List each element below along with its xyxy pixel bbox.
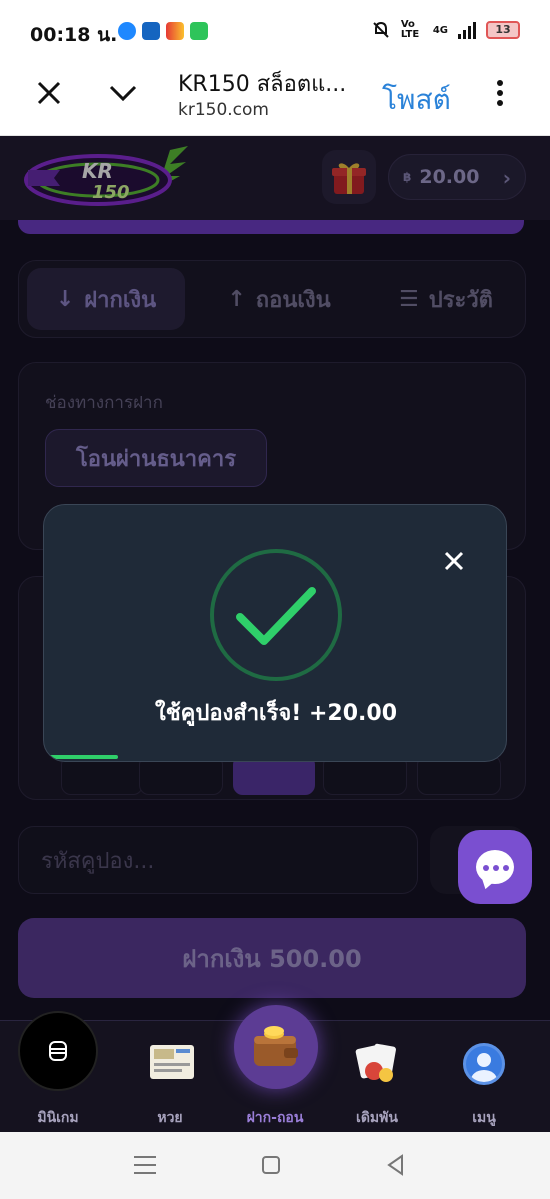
coupon-success-modal: ใช้คูปองสำเร็จ! +20.00 xyxy=(43,504,507,762)
system-navigation-bar xyxy=(0,1132,550,1199)
wallet-button[interactable] xyxy=(234,1005,318,1089)
volte-label: Vo LTE xyxy=(400,19,420,40)
bottom-navigation: มินิเกม หวย ฝาก-ถอน เดิมพัน เมนู xyxy=(0,1005,550,1132)
auto-close-progress xyxy=(44,755,506,761)
close-icon[interactable] xyxy=(442,549,466,573)
close-icon[interactable] xyxy=(36,80,62,106)
progress-fill xyxy=(44,755,119,759)
nav-betting-label[interactable]: เดิมพัน xyxy=(327,1107,427,1129)
chat-bubble-icon xyxy=(476,850,514,884)
wallet-icon xyxy=(254,1026,298,1066)
home-icon[interactable] xyxy=(262,1156,280,1174)
status-time: 00:18 น. xyxy=(30,24,118,46)
browser-toolbar: KR150 สล็อตแ... kr150.com โพสต์ xyxy=(0,62,550,136)
lottery-icon[interactable] xyxy=(148,1043,196,1081)
person-icon xyxy=(471,1053,497,1082)
page-title: KR150 สล็อตแ... xyxy=(178,72,347,97)
nav-mini-game-label[interactable]: มินิเกม xyxy=(8,1107,108,1129)
mini-game-button[interactable] xyxy=(18,1011,98,1091)
post-button[interactable]: โพสต์ xyxy=(382,78,451,122)
chevron-down-icon[interactable] xyxy=(108,82,138,104)
success-check-icon xyxy=(210,549,342,681)
success-message: ใช้คูปองสำเร็จ! +20.00 xyxy=(154,701,398,726)
network-label: 4G xyxy=(432,24,448,36)
recent-apps-icon[interactable] xyxy=(134,1156,156,1180)
shopping-app-icon xyxy=(166,22,184,40)
line-icon xyxy=(190,22,208,40)
status-bar: 00:18 น. Vo LTE 4G 13 xyxy=(0,0,550,62)
app-content: KR 150 ฿ 20.00 › ↓ ฝากเงิน ↑ ถอนเงิน ☰ ป… xyxy=(0,136,550,1132)
cards-icon[interactable] xyxy=(354,1041,400,1085)
mute-bell-icon xyxy=(373,21,389,38)
back-icon[interactable] xyxy=(386,1154,406,1176)
app-notification-icon xyxy=(142,22,160,40)
user-avatar-icon[interactable] xyxy=(463,1043,505,1085)
more-options-icon[interactable] xyxy=(494,80,506,108)
mini-game-icon xyxy=(49,1041,67,1061)
chat-button[interactable] xyxy=(458,830,532,904)
messenger-icon xyxy=(118,22,136,40)
nav-menu-label[interactable]: เมนู xyxy=(434,1107,534,1129)
battery-icon: 13 xyxy=(486,21,520,39)
signal-icon xyxy=(458,21,476,39)
page-url: kr150.com xyxy=(178,100,269,120)
nav-wallet-label[interactable]: ฝาก-ถอน xyxy=(225,1107,325,1129)
nav-lottery-label[interactable]: หวย xyxy=(120,1107,220,1129)
